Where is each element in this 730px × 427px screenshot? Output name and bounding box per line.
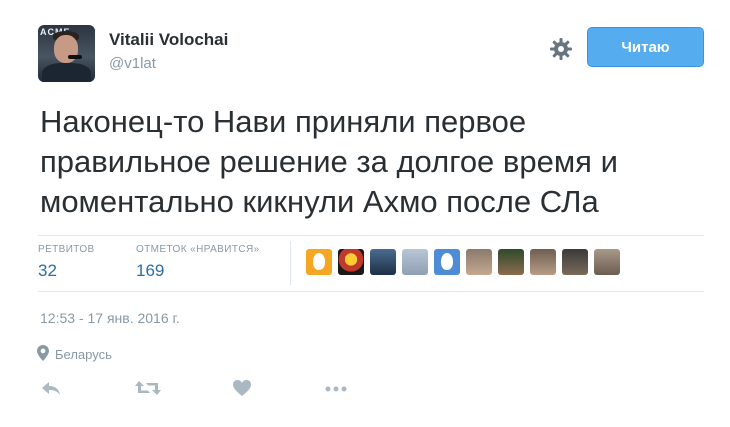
location-label: Беларусь — [55, 347, 112, 362]
stats-separator — [290, 241, 291, 285]
tweet-location[interactable]: Беларусь — [37, 345, 112, 364]
liker-avatar[interactable] — [498, 249, 524, 275]
liker-avatar[interactable] — [594, 249, 620, 275]
gear-icon[interactable] — [549, 37, 573, 61]
likes-count[interactable]: 169 — [136, 261, 164, 281]
retweet-icon[interactable] — [134, 378, 162, 402]
liker-avatar[interactable] — [402, 249, 428, 275]
avatar-headset — [68, 55, 82, 59]
follow-button[interactable]: Читаю — [587, 27, 704, 67]
reply-icon[interactable] — [40, 378, 62, 402]
tweet-timestamp[interactable]: 12:53 - 17 янв. 2016 г. — [40, 310, 180, 326]
likes-label: ОТМЕТОК «НРАВИТСЯ» — [136, 244, 260, 255]
liker-avatars — [306, 249, 620, 277]
user-name[interactable]: Vitalii Volochai — [109, 30, 228, 50]
liker-avatar[interactable] — [562, 249, 588, 275]
user-handle[interactable]: @v1lat — [109, 55, 156, 72]
avatar-body — [42, 63, 91, 82]
liker-avatar[interactable] — [370, 249, 396, 275]
avatar[interactable]: ACME — [38, 25, 95, 82]
retweets-count[interactable]: 32 — [38, 261, 57, 281]
like-icon[interactable] — [232, 378, 252, 402]
retweets-label: РЕТВИТОВ — [38, 244, 95, 255]
divider — [38, 235, 704, 236]
location-pin-icon — [37, 345, 49, 364]
liker-avatar[interactable] — [338, 249, 364, 275]
liker-avatar[interactable] — [466, 249, 492, 275]
tweet-card: ACME Vitalii Volochai @v1lat Читаю Након… — [0, 0, 730, 427]
tweet-text: Наконец-то Нави приняли первое правильно… — [40, 104, 618, 219]
liker-avatar[interactable] — [434, 249, 460, 275]
divider — [38, 291, 704, 292]
liker-avatar[interactable] — [306, 249, 332, 275]
more-icon[interactable] — [324, 378, 348, 402]
liker-avatar[interactable] — [530, 249, 556, 275]
